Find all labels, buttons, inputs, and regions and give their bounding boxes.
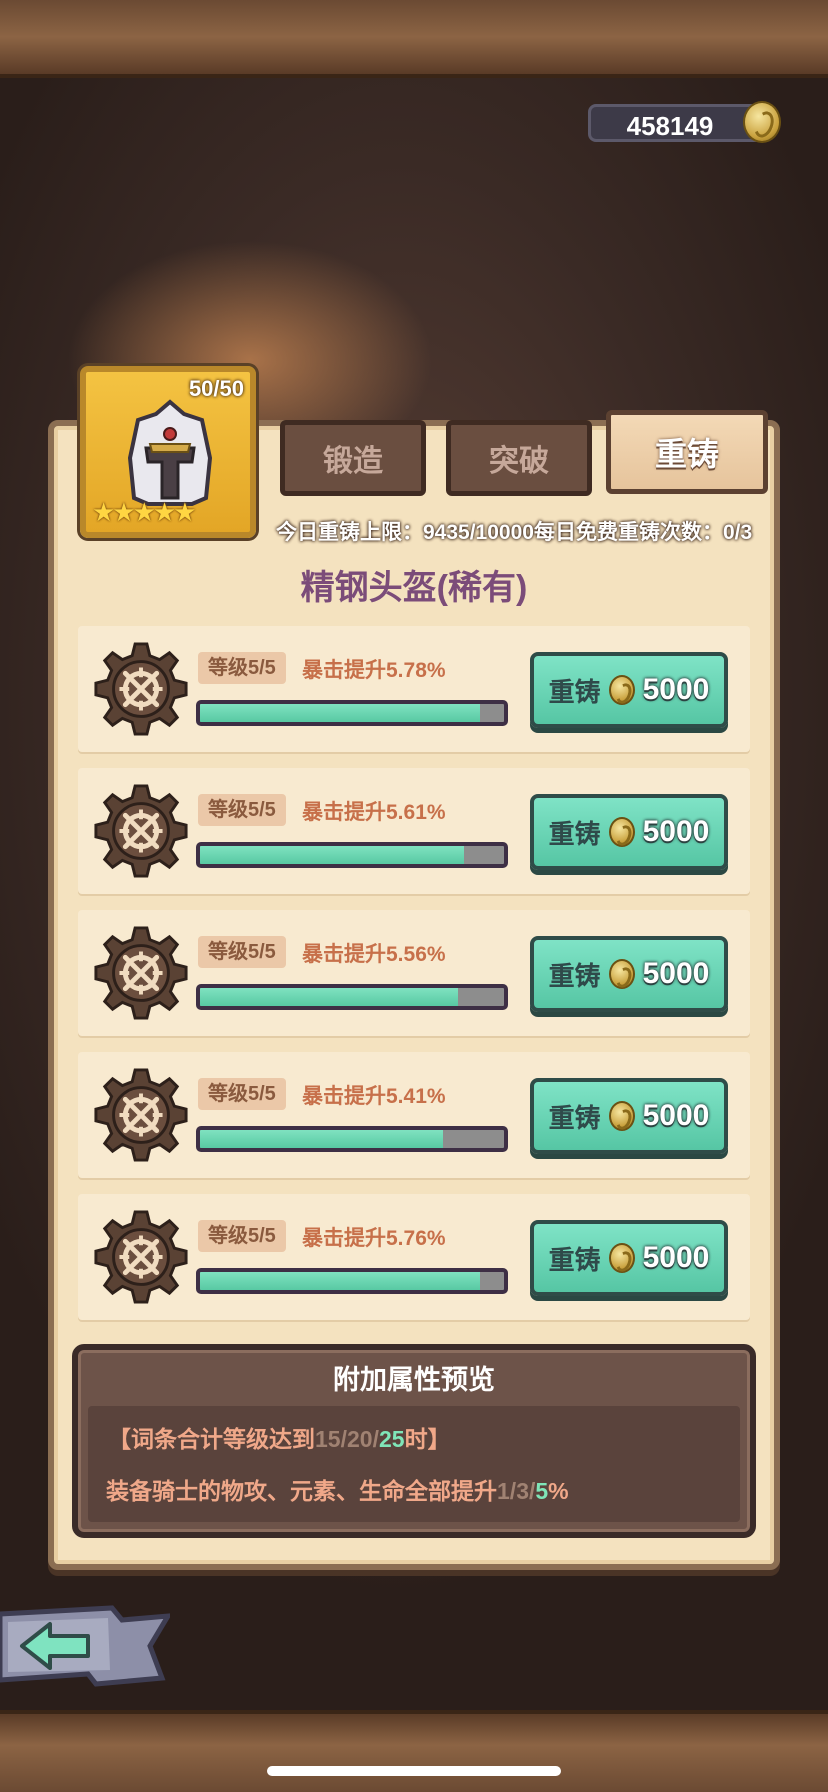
steel-helmet-icon xyxy=(127,399,213,506)
tab-breakthrough[interactable]: 突破 xyxy=(446,420,592,496)
recast-button-label: 重铸 xyxy=(548,1244,601,1275)
gear-crit-icon xyxy=(94,784,188,878)
equipment-count: 50/50 xyxy=(188,376,244,401)
level-badge: 等级5/5 xyxy=(198,936,286,968)
recast-button[interactable]: 重铸 5000 xyxy=(530,1220,728,1296)
preview-effect: 装备骑士的物攻、元素、生命全部提升1/3/5% xyxy=(106,1478,569,1504)
preview-condition: 【词条合计等级达到15/20/25时】 xyxy=(108,1426,451,1452)
gear-crit-icon xyxy=(94,1068,188,1162)
recast-button[interactable]: 重铸 5000 xyxy=(530,794,728,870)
recast-cost: 5000 xyxy=(642,815,710,848)
progress-fill xyxy=(200,1272,480,1290)
progress-bar xyxy=(196,700,508,726)
progress-bar xyxy=(196,1126,508,1152)
recast-button[interactable]: 重铸 5000 xyxy=(530,1078,728,1154)
level-badge: 等级5/5 xyxy=(198,1078,286,1110)
progress-bar xyxy=(196,984,508,1010)
gear-crit-icon xyxy=(94,926,188,1020)
attribute-row: 等级5/5 暴击提升5.78% 重铸 5000 xyxy=(78,626,750,752)
item-title: 精钢头盔(稀有) xyxy=(300,569,528,607)
stat-text: 暴击提升5.56% xyxy=(302,943,446,966)
progress-fill xyxy=(200,1130,444,1148)
level-badge: 等级5/5 xyxy=(198,1220,286,1252)
bonus-preview-panel: 附加属性预览 【词条合计等级达到15/20/25时】 装备骑士的物攻、元素、生命… xyxy=(72,1344,756,1538)
level-badge: 等级5/5 xyxy=(198,652,286,684)
gear-crit-icon xyxy=(94,1210,188,1304)
equipment-card[interactable]: 50/50 ★★★★★ xyxy=(80,366,256,538)
recast-button-label: 重铸 xyxy=(548,1102,601,1133)
recast-cost: 5000 xyxy=(642,1241,710,1274)
level-badge: 等级5/5 xyxy=(198,794,286,826)
recast-button-label: 重铸 xyxy=(548,676,601,707)
star-rating: ★★★★★ xyxy=(92,497,197,527)
gold-coin-icon xyxy=(608,1101,635,1131)
progress-fill xyxy=(200,988,459,1006)
gold-amount: 458149 xyxy=(626,111,714,141)
recast-cost: 5000 xyxy=(642,1099,710,1132)
attribute-row: 等级5/5 暴击提升5.61% 重铸 5000 xyxy=(78,768,750,894)
home-indicator xyxy=(267,1766,561,1776)
recast-limit-text: 今日重铸上限：9435/10000每日免费重铸次数：0/3 xyxy=(276,521,753,544)
gold-currency-display[interactable]: 458149 xyxy=(588,101,781,143)
stat-text: 暴击提升5.78% xyxy=(302,659,446,682)
recast-button-label: 重铸 xyxy=(548,818,601,849)
stat-text: 暴击提升5.41% xyxy=(302,1085,446,1108)
recast-button[interactable]: 重铸 5000 xyxy=(530,652,728,728)
top-wood-beam xyxy=(0,0,828,78)
tab-forge[interactable]: 锻造 xyxy=(280,420,426,496)
tab-recast[interactable]: 重铸 xyxy=(606,410,768,494)
attribute-row: 等级5/5 暴击提升5.76% 重铸 5000 xyxy=(78,1194,750,1320)
recast-button-label: 重铸 xyxy=(548,960,601,991)
gold-coin-icon xyxy=(608,1243,635,1273)
gold-coin-icon xyxy=(743,101,781,143)
progress-bar xyxy=(196,842,508,868)
back-arrow-button[interactable] xyxy=(0,1600,170,1692)
gear-crit-icon xyxy=(94,642,188,736)
gold-coin-icon xyxy=(608,675,635,705)
progress-bar xyxy=(196,1268,508,1294)
preview-body: 【词条合计等级达到15/20/25时】 装备骑士的物攻、元素、生命全部提升1/3… xyxy=(88,1406,740,1522)
recast-button[interactable]: 重铸 5000 xyxy=(530,936,728,1012)
recast-cost: 5000 xyxy=(642,957,710,990)
gold-coin-icon xyxy=(608,959,635,989)
gold-coin-icon xyxy=(608,817,635,847)
attribute-row: 等级5/5 暴击提升5.56% 重铸 5000 xyxy=(78,910,750,1036)
preview-title: 附加属性预览 xyxy=(333,1365,495,1395)
bottom-wood-beam xyxy=(0,1710,828,1792)
progress-fill xyxy=(200,704,480,722)
recast-cost: 5000 xyxy=(642,673,710,706)
stat-text: 暴击提升5.61% xyxy=(302,801,446,824)
stat-text: 暴击提升5.76% xyxy=(302,1227,446,1250)
attribute-row: 等级5/5 暴击提升5.41% 重铸 5000 xyxy=(78,1052,750,1178)
progress-fill xyxy=(200,846,465,864)
